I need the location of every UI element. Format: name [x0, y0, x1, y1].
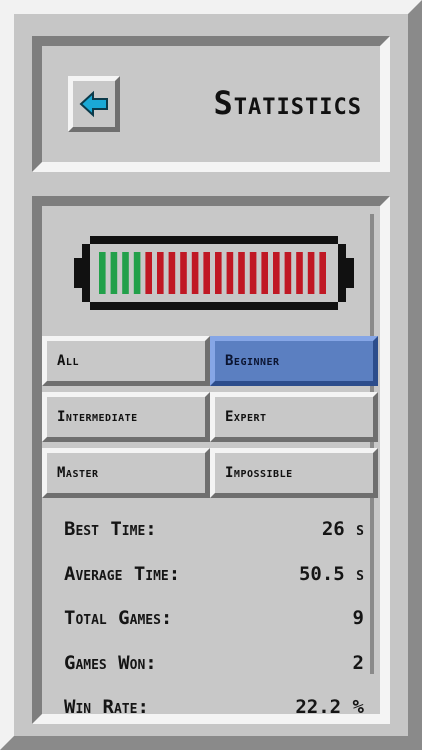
- battery-segment: [296, 252, 303, 294]
- stat-row: Average Time: 50.5 s: [64, 559, 364, 589]
- battery-segment: [191, 252, 199, 294]
- battery-segment: [215, 252, 222, 294]
- stat-value: 50.5 s: [298, 562, 364, 585]
- battery-segment: [307, 252, 315, 294]
- tab-master[interactable]: Master: [42, 448, 210, 498]
- tab-impossible[interactable]: Impossible: [210, 448, 378, 498]
- scrollbar[interactable]: [370, 214, 374, 674]
- battery-segment: [273, 252, 280, 294]
- battery-segment: [157, 252, 164, 294]
- battery-segment: [319, 252, 326, 294]
- battery-segment: [238, 252, 245, 294]
- battery-segment: [203, 252, 210, 294]
- page-title: Statistics: [213, 84, 362, 122]
- stat-row: Best Time: 26 s: [64, 514, 364, 544]
- battery-segment: [249, 252, 257, 294]
- battery-segment: [145, 252, 152, 294]
- stat-label: Win Rate:: [64, 696, 149, 718]
- progress-battery-icon: [74, 236, 354, 310]
- stat-label: Best Time:: [64, 518, 157, 540]
- battery-segment: [261, 252, 268, 294]
- stat-label: Total Games:: [64, 607, 173, 629]
- tab-intermediate[interactable]: Intermediate: [42, 392, 210, 442]
- stat-row: Win Rate: 22.2 %: [64, 692, 364, 718]
- stat-value: 2: [352, 651, 364, 674]
- battery-segment: [226, 252, 234, 294]
- tab-beginner[interactable]: Beginner: [210, 336, 378, 386]
- stat-label: Games Won:: [64, 651, 157, 674]
- stat-value: 26 s: [321, 518, 364, 540]
- stat-row: Games Won: 2: [64, 648, 364, 678]
- back-button[interactable]: [68, 76, 120, 132]
- stat-value: 9: [352, 607, 364, 629]
- stats-panel[interactable]: All Beginner Intermediate Expert Master Impos…: [32, 196, 390, 724]
- arrow-left-icon: [79, 90, 108, 118]
- battery-segment: [110, 252, 118, 294]
- battery-segment: [122, 252, 129, 294]
- battery-segment: [284, 252, 292, 294]
- battery-segment: [99, 252, 106, 294]
- stat-row: Total Games: 9: [64, 603, 364, 633]
- battery-segment: [180, 252, 187, 294]
- stat-value: 22.2 %: [295, 696, 364, 718]
- battery-segment: [168, 252, 176, 294]
- header-panel: Statistics: [32, 36, 390, 172]
- battery-segment: [133, 252, 141, 294]
- tab-all[interactable]: All: [42, 336, 210, 386]
- tab-expert[interactable]: Expert: [210, 392, 378, 442]
- stat-label: Average Time:: [64, 562, 181, 585]
